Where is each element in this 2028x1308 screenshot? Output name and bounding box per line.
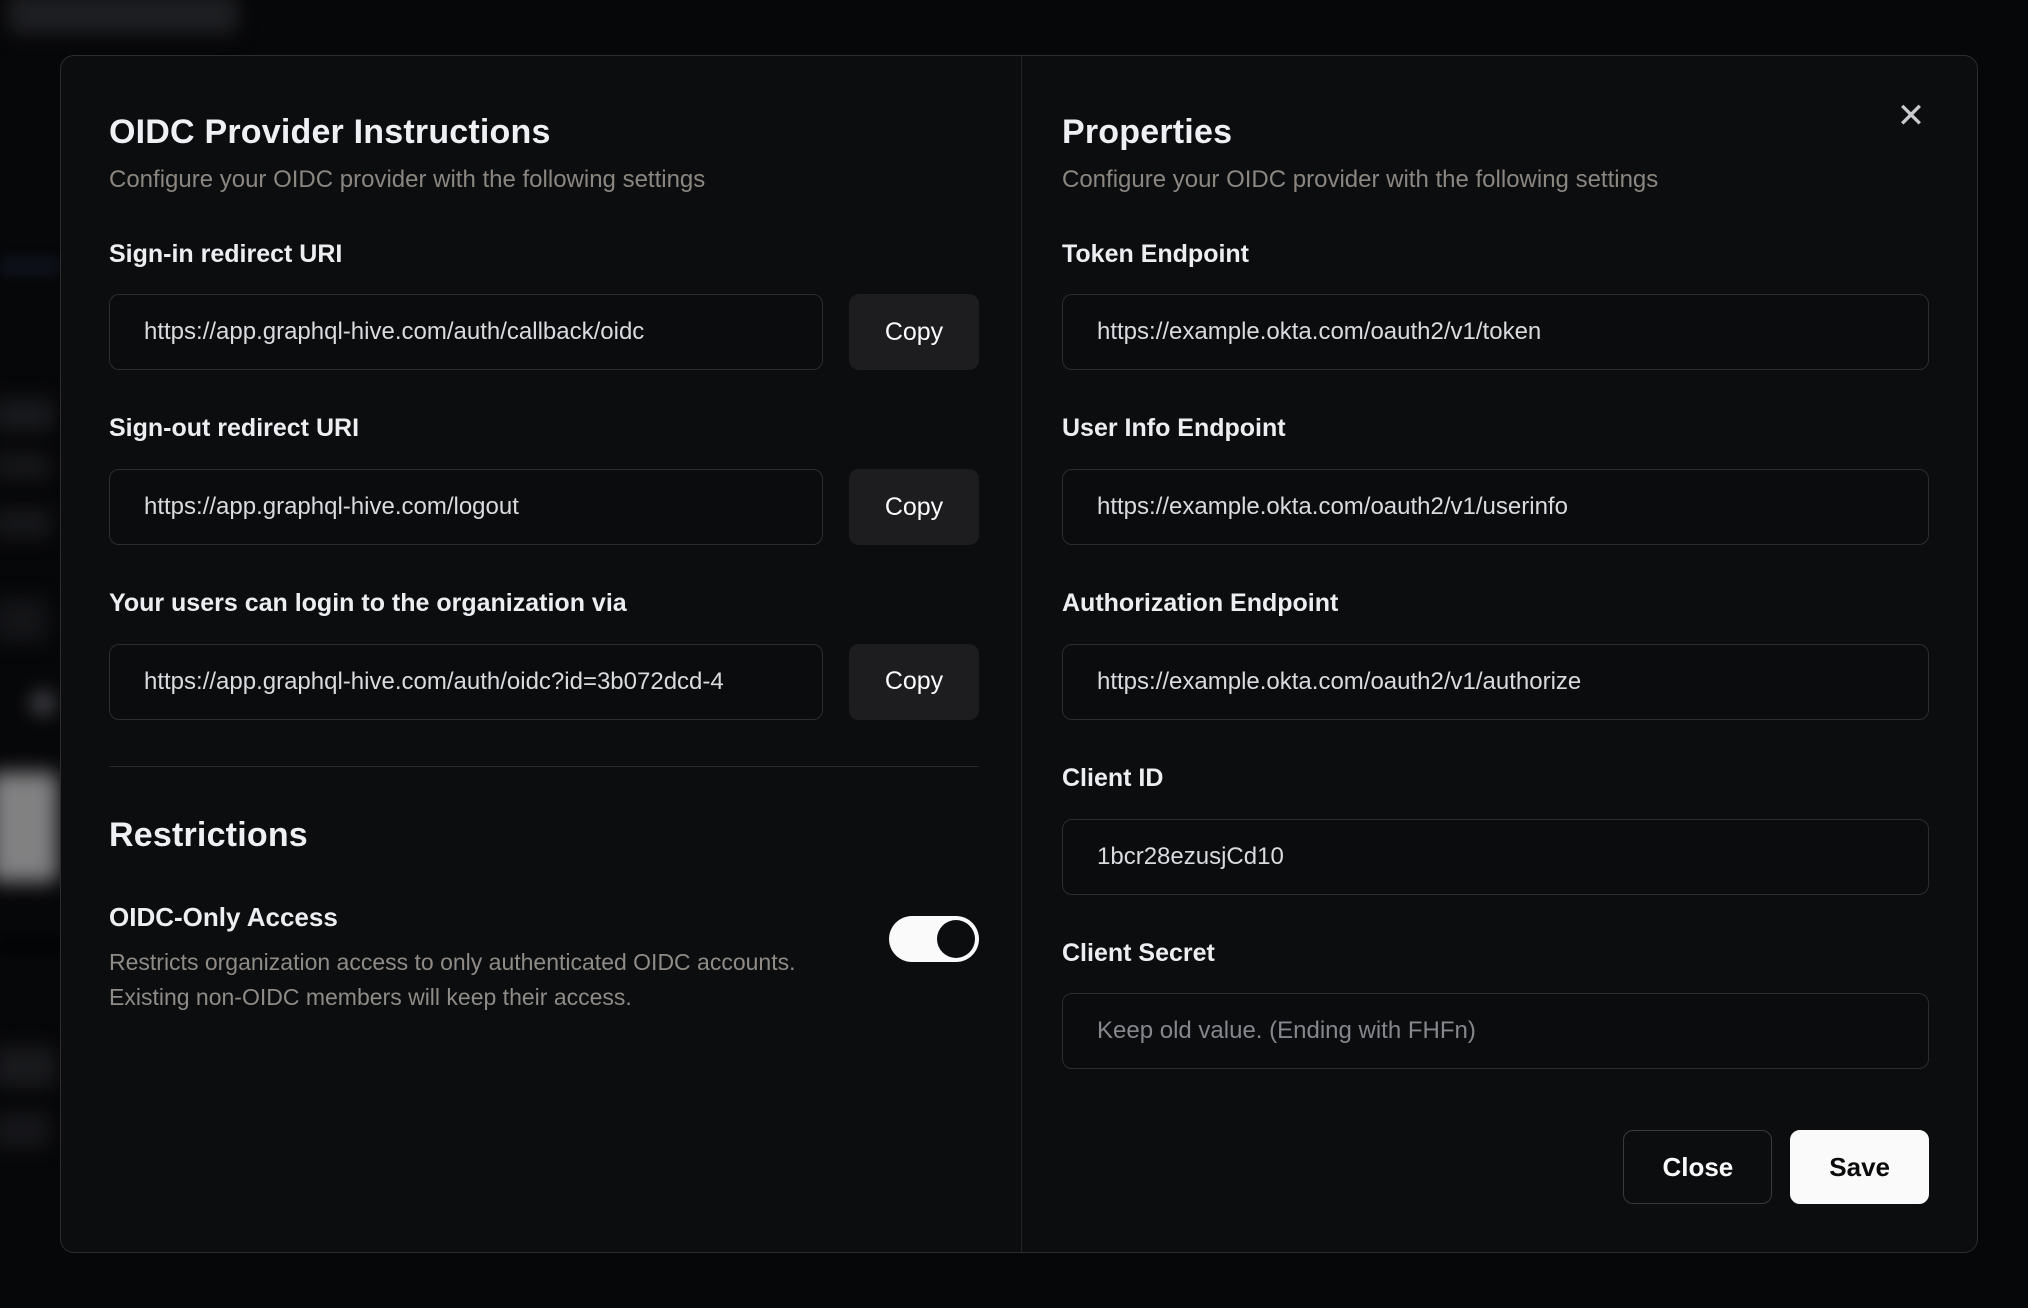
oidc-only-access-row: OIDC-Only Access Restricts organization … (109, 902, 979, 1014)
client-secret-row (1062, 993, 1929, 1070)
oidc-only-description-line1: Restricts organization access to only au… (109, 949, 796, 976)
oidc-only-description: Restricts organization access to only au… (109, 945, 849, 1014)
toggle-knob (937, 920, 975, 959)
properties-title: Properties (1062, 113, 1233, 151)
close-button[interactable]: Close (1623, 1130, 1773, 1204)
close-icon[interactable]: ✕ (1889, 94, 1933, 138)
oidc-only-description-line2: Existing non-OIDC members will keep thei… (109, 983, 632, 1010)
signout-redirect-label: Sign-out redirect URI (109, 414, 360, 443)
signin-redirect-input[interactable] (109, 294, 823, 371)
instructions-column: OIDC Provider Instructions Configure you… (61, 56, 1021, 1252)
instructions-subtitle: Configure your OIDC provider with the fo… (109, 166, 706, 194)
client-secret-input[interactable] (1062, 993, 1929, 1070)
properties-column: Properties Configure your OIDC provider … (1021, 56, 1977, 1252)
oidc-only-toggle[interactable] (889, 916, 979, 963)
token-endpoint-label: Token Endpoint (1062, 239, 1250, 268)
signin-redirect-row: Copy (109, 294, 979, 371)
signout-redirect-input[interactable] (109, 469, 823, 546)
login-url-row: Copy (109, 643, 979, 720)
modal-footer-buttons: Close Save (1062, 1130, 1929, 1204)
client-id-row (1062, 818, 1929, 895)
properties-subtitle: Configure your OIDC provider with the fo… (1062, 166, 1659, 194)
client-secret-label: Client Secret (1062, 938, 1215, 967)
copy-signout-button[interactable]: Copy (849, 469, 979, 546)
authorization-endpoint-input[interactable] (1062, 643, 1929, 720)
oidc-settings-modal: ✕ OIDC Provider Instructions Configure y… (60, 55, 1978, 1253)
authorization-endpoint-row (1062, 643, 1929, 720)
oidc-only-label: OIDC-Only Access (109, 902, 338, 933)
userinfo-endpoint-row (1062, 469, 1929, 546)
copy-login-url-button[interactable]: Copy (849, 643, 979, 720)
client-id-input[interactable] (1062, 818, 1929, 895)
copy-signin-button[interactable]: Copy (849, 294, 979, 371)
signin-redirect-label: Sign-in redirect URI (109, 239, 343, 268)
userinfo-endpoint-input[interactable] (1062, 469, 1929, 546)
restrictions-title: Restrictions (109, 815, 308, 854)
section-divider (109, 765, 979, 767)
signout-redirect-row: Copy (109, 469, 979, 546)
token-endpoint-row (1062, 294, 1929, 371)
token-endpoint-input[interactable] (1062, 294, 1929, 371)
authorization-endpoint-label: Authorization Endpoint (1062, 589, 1339, 618)
instructions-title: OIDC Provider Instructions (109, 113, 551, 151)
save-button[interactable]: Save (1790, 1130, 1929, 1204)
userinfo-endpoint-label: User Info Endpoint (1062, 414, 1286, 443)
client-id-label: Client ID (1062, 763, 1164, 792)
oidc-only-text: OIDC-Only Access Restricts organization … (109, 902, 849, 1014)
login-url-label: Your users can login to the organization… (109, 589, 627, 618)
login-url-input[interactable] (109, 643, 823, 720)
